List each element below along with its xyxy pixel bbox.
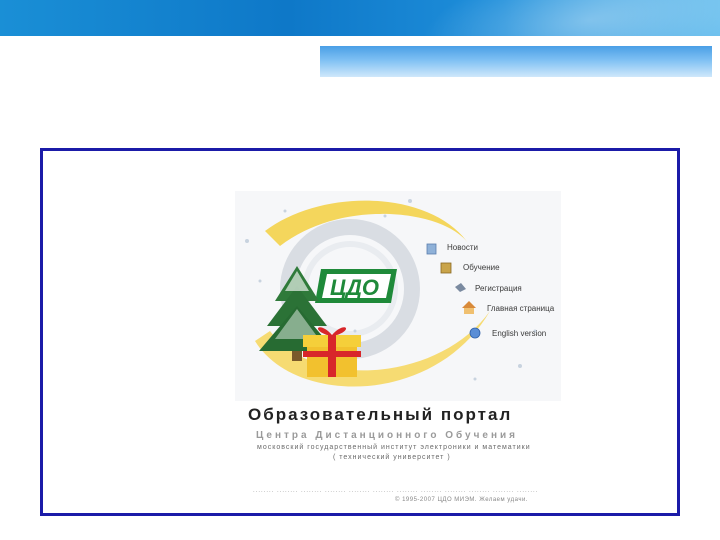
footer-links[interactable]: ........ ........ ........ ........ ....… <box>253 488 538 494</box>
nav-item-study[interactable]: Обучение <box>463 263 500 272</box>
institute-name: московский государственный институт элек… <box>257 444 531 451</box>
technical-university: ( технический университет ) <box>333 454 451 461</box>
logo-text: ЦДО <box>330 275 379 300</box>
home-icon <box>462 301 476 314</box>
slide-title-bar <box>320 46 712 77</box>
news-icon <box>426 243 437 255</box>
portal-subheading: Центра Дистанционного Обучения <box>256 430 518 441</box>
portal-heading: Образовательный портал <box>248 405 513 424</box>
nav-item-news[interactable]: Новости <box>447 243 478 252</box>
nav-label-study: Обучение <box>463 263 500 272</box>
copyright: © 1995-2007 ЦДО МИЭМ. Желаем удачи. <box>395 497 528 503</box>
nav-label-english: English version <box>492 329 547 338</box>
nav-label-registration: Регистрация <box>475 284 522 293</box>
nav-item-registration[interactable]: Регистрация <box>475 284 522 293</box>
nav-label-news: Новости <box>447 243 478 252</box>
nav-item-home[interactable]: Главная страница <box>487 304 554 313</box>
top-banner <box>0 0 720 36</box>
portal-splash: ЦДО Новости Обучение Регистрация Главная… <box>235 191 561 401</box>
globe-icon <box>469 327 481 339</box>
registration-icon <box>455 283 466 292</box>
study-icon <box>440 262 452 274</box>
portal-graphic: ЦДО <box>245 199 537 387</box>
screenshot-frame: ЦДО Новости Обучение Регистрация Главная… <box>40 148 680 516</box>
nav-item-english[interactable]: English version <box>492 329 546 338</box>
cdo-logo: ЦДО <box>315 269 397 303</box>
nav-label-home: Главная страница <box>487 304 555 313</box>
